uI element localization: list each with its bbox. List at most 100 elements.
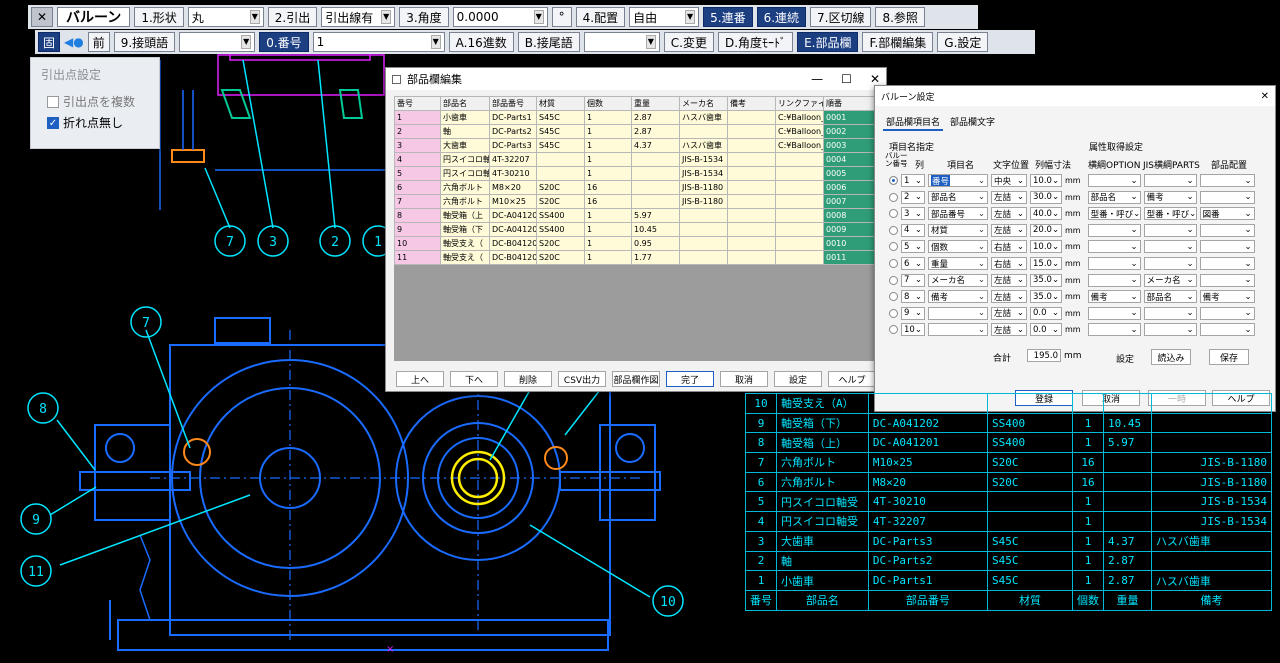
grid-cell[interactable]: 軸受箱（下 (440, 222, 490, 237)
grid-cell[interactable]: 1 (584, 138, 632, 153)
item-name-select[interactable]: ⌄ (928, 323, 988, 337)
grid-cell[interactable]: C:¥Balloon_ (775, 124, 824, 139)
grid-header-cell[interactable]: 材質 (536, 96, 585, 111)
grid-header-cell[interactable]: メーカ名 (679, 96, 728, 111)
grid-cell[interactable]: 六角ボルト (440, 194, 490, 209)
spinner-icon[interactable]: ⌄ (1052, 292, 1059, 302)
opt-attribute-select[interactable]: ⌄ (1087, 273, 1141, 287)
grid-cell[interactable] (679, 250, 728, 265)
grid-header-cell[interactable]: 部品名 (440, 96, 490, 111)
table-row[interactable]: 2 軸 DC-Parts2 S45C 1 2.87 (745, 550, 1273, 572)
snap-arrows-icon[interactable]: ◀● (64, 35, 84, 49)
close-icon[interactable]: ✕ (1261, 91, 1269, 102)
grid-header-cell[interactable]: 個数 (584, 96, 632, 111)
bom-header-cell[interactable]: 備考 (1150, 589, 1273, 611)
table-row[interactable]: 9軸受箱（下DC-A041202SS400110.45 0009 (394, 222, 881, 237)
grid-cell[interactable]: 小歯車 (440, 110, 490, 125)
bom-cell[interactable]: 大歯車 (776, 530, 869, 552)
spinner-icon[interactable]: ⌄ (1052, 259, 1059, 269)
place-attribute-select[interactable]: ⌄ (1199, 190, 1255, 204)
number-button[interactable]: 0.番号 (259, 32, 309, 52)
grid-cell[interactable]: JIS-B-1534 (679, 152, 728, 167)
place-attribute-select[interactable]: ⌄ (1199, 223, 1255, 237)
jis-attribute-select[interactable]: ⌄ (1143, 174, 1197, 187)
grid-header-cell[interactable]: リンクファイ (775, 96, 824, 111)
column-width-field[interactable]: 0.0 ⌄ (1030, 323, 1062, 337)
bom-cell[interactable]: 5 (745, 491, 777, 513)
bom-cell[interactable]: ハスバ歯車 (1150, 570, 1273, 591)
table-row[interactable]: 4 円スイコロ軸受 4T-32207 1 JIS-B-1534 (745, 511, 1273, 532)
column-number-select[interactable]: 10 ⌄ (901, 323, 925, 337)
balloon-number-radio[interactable] (889, 275, 898, 285)
continuous-button[interactable]: 6.連続 (756, 7, 807, 27)
bom-cell[interactable]: 16 (1072, 452, 1105, 473)
column-width-field[interactable]: 10.0 ⌄ (1030, 240, 1062, 254)
bom-cell[interactable]: 六角ボルト (776, 452, 869, 473)
shape-button[interactable]: 1.形状 (134, 7, 184, 27)
parts-editor-button[interactable]: 取消 (720, 371, 768, 387)
grid-cell[interactable]: 4T-30210 (489, 166, 537, 181)
bom-cell[interactable]: 軸受箱（上） (776, 432, 869, 454)
opt-attribute-select[interactable]: ⌄ (1087, 323, 1141, 337)
bom-cell[interactable]: 六角ボルト (776, 471, 869, 493)
grid-cell[interactable]: 1.77 (631, 250, 680, 265)
parts-editor-button[interactable]: 上へ (396, 371, 444, 387)
grid-cell[interactable]: 0008 (823, 208, 881, 223)
bom-cell[interactable]: 4.37 (1103, 530, 1152, 552)
bom-cell[interactable]: 3 (745, 530, 777, 552)
grid-cell[interactable]: DC-A041201 (489, 208, 537, 223)
bom-header-cell[interactable]: 重量 (1103, 589, 1152, 611)
table-row[interactable]: 1 小歯車 DC-Parts1 S45C 1 2.87 ハスバ歯車 (745, 570, 1273, 591)
jis-attribute-select[interactable]: ⌄ (1143, 257, 1197, 270)
table-row[interactable]: 8軸受箱（上DC-A041201SS40015.97 0008 (394, 208, 881, 223)
grid-cell[interactable] (679, 222, 728, 237)
tab-parts-column-items[interactable]: 部品欄項目名 (883, 114, 944, 131)
column-number-select[interactable]: 7 ⌄ (901, 273, 925, 287)
spinner-icon[interactable]: ⌄ (1052, 209, 1059, 219)
bom-cell[interactable]: 4 (745, 511, 777, 532)
bom-table[interactable]: 10 軸受支え（A） 9 軸受箱（下） DC-A041202 SS400 1 10.45 8 軸受… (745, 393, 1273, 611)
grid-cell[interactable] (775, 194, 824, 209)
bom-cell[interactable] (1103, 393, 1152, 414)
bom-cell[interactable]: 4T-30210 (867, 491, 988, 513)
table-row[interactable]: 7 六角ボルト M10×25 S20C 16 JIS-B-1180 0007 (394, 194, 881, 209)
grid-cell[interactable]: S20C (536, 180, 585, 195)
bom-cell[interactable]: 2.87 (1103, 570, 1152, 591)
bom-cell[interactable] (986, 393, 1074, 414)
hex-button[interactable]: A.16進数 (448, 32, 514, 52)
grid-cell[interactable]: 7 (394, 194, 441, 209)
grid-cell[interactable]: 9 (394, 222, 441, 237)
balloon-number-radio[interactable] (889, 192, 898, 202)
table-row[interactable]: 8 軸受箱（上） DC-A041201 SS400 1 5.97 (745, 432, 1273, 454)
suffix-select[interactable]: ▼ (583, 32, 660, 52)
bom-cell[interactable] (1150, 432, 1273, 454)
checkbox-unchecked-icon[interactable] (47, 95, 59, 108)
bom-cell[interactable]: 小歯車 (776, 570, 869, 591)
text-position-select[interactable]: 左詰 ⌄ (991, 273, 1027, 287)
spinner-icon[interactable]: ⌄ (1052, 275, 1059, 285)
bom-cell[interactable]: S20C (986, 452, 1074, 473)
column-number-select[interactable]: 8 ⌄ (901, 290, 925, 304)
grid-cell[interactable] (631, 166, 680, 181)
opt-attribute-select[interactable]: ⌄ (1087, 240, 1141, 254)
bom-cell[interactable]: DC-Parts3 (867, 530, 988, 552)
bom-cell[interactable]: 1 (1072, 511, 1105, 532)
bom-cell[interactable] (1150, 393, 1273, 414)
balloon-number-radio[interactable] (889, 225, 898, 235)
bom-cell[interactable]: DC-A041201 (867, 432, 988, 454)
parts-editor-button[interactable]: ヘルプ (828, 371, 876, 387)
bom-cell[interactable]: DC-Parts2 (867, 550, 988, 572)
bom-cell[interactable]: ハスバ歯車 (1150, 530, 1273, 552)
opt-attribute-select[interactable]: 部品名 ⌄ (1087, 190, 1141, 204)
grid-cell[interactable]: 4 (394, 152, 441, 167)
jis-attribute-select[interactable]: 型番・呼び ⌄ (1143, 207, 1197, 221)
bom-cell[interactable] (1150, 412, 1273, 434)
bom-cell[interactable]: DC-A041202 (867, 412, 988, 434)
bom-cell[interactable]: S45C (986, 570, 1074, 591)
grid-cell[interactable]: 5.97 (631, 208, 680, 223)
bom-cell[interactable]: 軸受箱（下） (776, 412, 869, 434)
grid-cell[interactable] (679, 236, 728, 251)
table-row[interactable]: 6 六角ボルト M8×20 S20C 16 JIS-B-1180 (745, 471, 1273, 493)
grid-cell[interactable]: 0009 (823, 222, 881, 237)
close-icon[interactable]: ✕ (870, 72, 880, 86)
